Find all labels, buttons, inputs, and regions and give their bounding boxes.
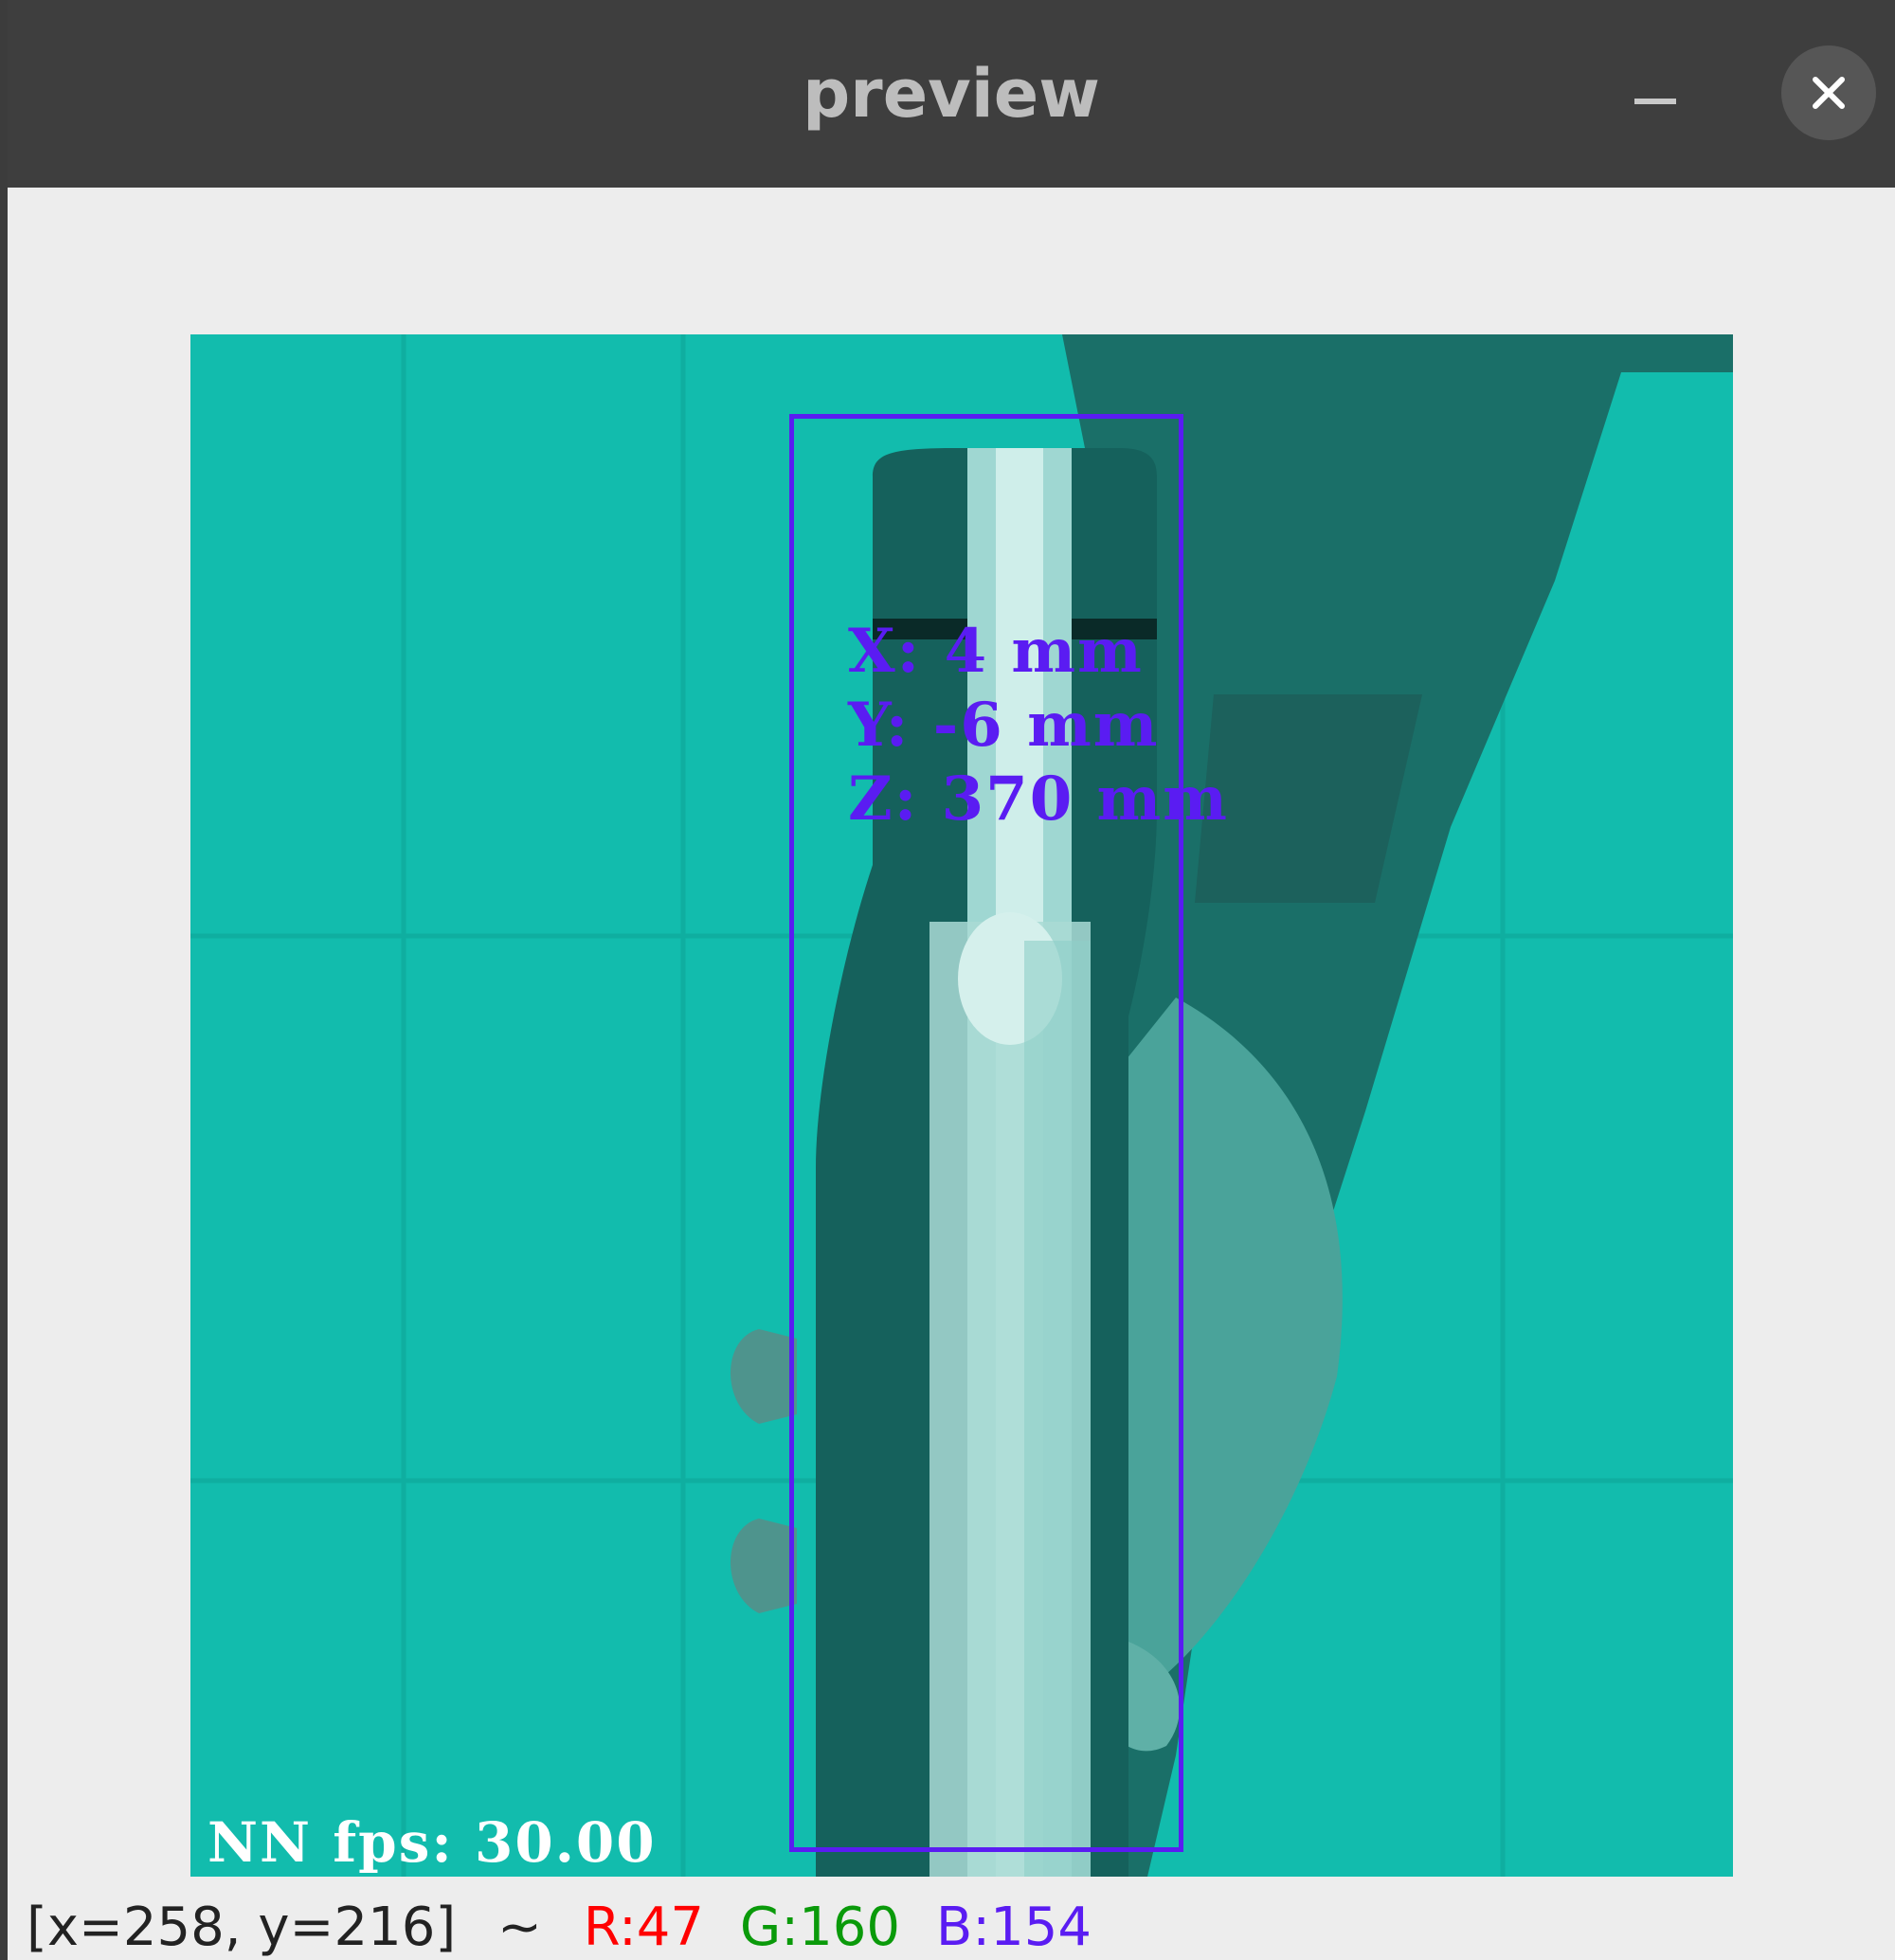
- close-button[interactable]: [1781, 45, 1876, 140]
- fps-label: NN fps: 30.00: [208, 1810, 657, 1875]
- status-bar: [x=258, y=216] ~ R:47 G:160 B:154: [8, 1895, 1895, 1960]
- minimize-icon: [1634, 99, 1676, 104]
- title-bar[interactable]: preview: [8, 0, 1895, 188]
- y-coordinate-label: Y: -6 mm: [848, 690, 1160, 761]
- blue-value: B:154: [935, 1897, 1092, 1958]
- preview-window: preview X: 4 mm Y: -6 mm Z: 370 mm NN fp…: [8, 0, 1895, 1960]
- green-value: G:160: [739, 1897, 901, 1958]
- minimize-button[interactable]: [1623, 57, 1689, 123]
- status-separator: ~: [497, 1897, 542, 1958]
- window-title: preview: [803, 55, 1100, 133]
- cursor-position: [x=258, y=216]: [27, 1897, 457, 1958]
- red-value: R:47: [583, 1897, 705, 1958]
- close-icon: [1813, 77, 1845, 109]
- z-coordinate-label: Z: 370 mm: [848, 764, 1229, 835]
- camera-preview-image[interactable]: X: 4 mm Y: -6 mm Z: 370 mm NN fps: 30.00: [190, 334, 1733, 1877]
- x-coordinate-label: X: 4 mm: [848, 616, 1144, 687]
